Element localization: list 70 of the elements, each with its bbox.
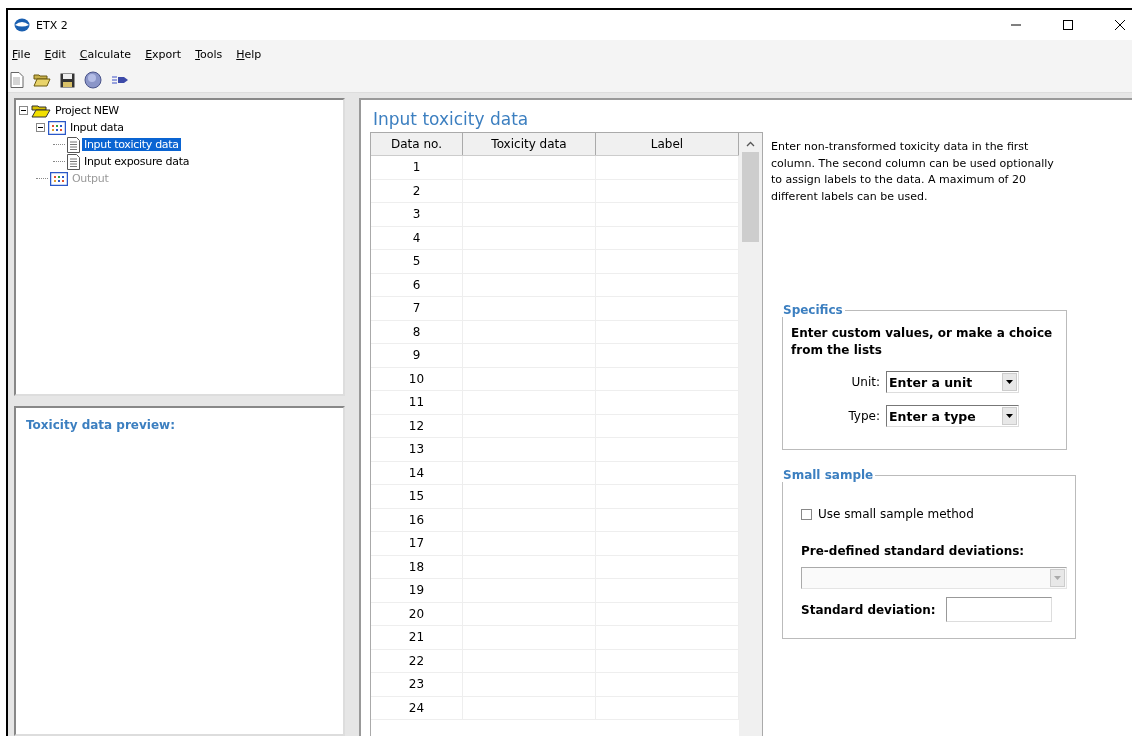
column-header[interactable]: Data no.: [371, 133, 463, 155]
column-header[interactable]: Toxicity data: [463, 133, 596, 155]
row-number-cell: 24: [371, 696, 463, 719]
menu-item[interactable]: Help: [235, 47, 263, 61]
collapse-icon[interactable]: [36, 123, 45, 132]
scroll-thumb[interactable]: [742, 152, 759, 242]
tree-item[interactable]: Input exposure data: [82, 155, 192, 168]
combo-box[interactable]: Enter a type: [886, 405, 1019, 427]
row-number-cell: 1: [371, 156, 463, 179]
scroll-up-icon[interactable]: [746, 141, 755, 147]
row-number-cell: 3: [371, 203, 463, 226]
row-number-cell: 5: [371, 250, 463, 273]
menu-item[interactable]: File: [11, 47, 32, 61]
combo-box[interactable]: Enter a unit: [886, 371, 1019, 393]
window-title: ETX 2: [36, 18, 68, 32]
row-number-cell: 9: [371, 344, 463, 367]
open-folder-icon[interactable]: [33, 73, 51, 87]
row-number-cell: 11: [371, 391, 463, 414]
row-number-cell: 7: [371, 297, 463, 320]
row-number-cell: 22: [371, 649, 463, 672]
document-icon: [67, 136, 80, 153]
row-number-cell: 6: [371, 273, 463, 296]
row-number-cell: 10: [371, 367, 463, 390]
tree-item[interactable]: Input data: [68, 121, 126, 134]
row-number-cell: 2: [371, 179, 463, 202]
app-logo-icon: [14, 18, 30, 32]
document-icon: [67, 153, 80, 170]
collapse-icon[interactable]: [19, 106, 28, 115]
close-icon[interactable]: [1114, 19, 1126, 31]
checkbox[interactable]: [801, 508, 812, 520]
input-field[interactable]: [945, 597, 1052, 622]
row-number-cell: 8: [371, 320, 463, 343]
help-text: Enter non-transformed toxicity data in the first column. The second column can be used optionally to assign labels to the data. A maximum of 20 different labels can be used.: [771, 139, 1055, 205]
menu-item[interactable]: Edit: [43, 47, 67, 61]
row-number-cell: 17: [371, 532, 463, 555]
help-icon[interactable]: [84, 71, 102, 89]
arrow-icon[interactable]: [111, 74, 129, 86]
menu-item[interactable]: Tools: [194, 47, 224, 61]
preview-title: Toxicity data preview:: [26, 418, 176, 432]
row-number-cell: 23: [371, 673, 463, 696]
row-number-cell: 12: [371, 414, 463, 437]
row-number-cell: 13: [371, 438, 463, 461]
menu-item[interactable]: Export: [144, 47, 183, 61]
field-label: Type:: [847, 409, 880, 423]
field-label: Unit:: [850, 375, 880, 389]
tree-item[interactable]: Input toxicity data: [82, 138, 181, 151]
grid-icon: [48, 120, 66, 135]
menu-item[interactable]: Calculate: [78, 47, 133, 61]
grid-icon: [50, 171, 68, 186]
group-title: Small sample: [782, 468, 875, 482]
tree-item[interactable]: Project NEW: [53, 104, 121, 117]
row-number-cell: 20: [371, 602, 463, 625]
field-label: Standard deviation:: [801, 602, 936, 617]
row-number-cell: 4: [371, 226, 463, 249]
checkbox-label[interactable]: Use small sample method: [818, 507, 974, 521]
vertical-scrollbar[interactable]: [739, 133, 762, 736]
row-number-cell: 21: [371, 626, 463, 649]
row-number-cell: 16: [371, 508, 463, 531]
instruction-text: Enter custom values, or make a choice from the lists: [791, 325, 1054, 359]
new-document-icon[interactable]: [10, 72, 24, 88]
row-number-cell: 15: [371, 485, 463, 508]
folder-icon: [31, 103, 51, 118]
maximize-icon[interactable]: [1062, 19, 1074, 31]
row-number-cell: 19: [371, 579, 463, 602]
row-number-cell: 18: [371, 555, 463, 578]
group-title: Specifics: [782, 303, 844, 317]
section-title: Input toxicity data: [372, 108, 530, 131]
field-label: Pre-defined standard deviations:: [801, 544, 1026, 558]
save-icon[interactable]: [60, 72, 75, 88]
row-number-cell: 14: [371, 461, 463, 484]
